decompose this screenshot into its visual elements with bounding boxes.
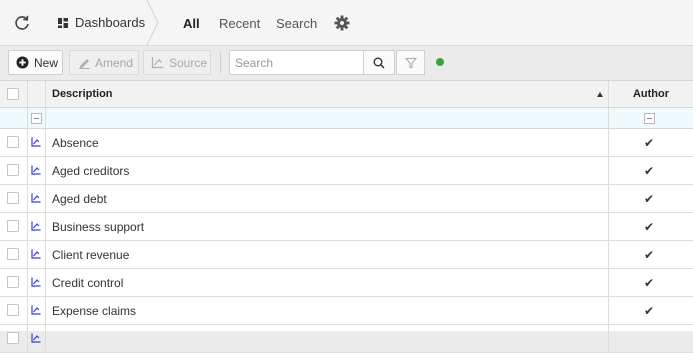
breadcrumb-label: Dashboards	[75, 15, 146, 30]
table-row[interactable]: Aged debt ✔	[0, 185, 693, 213]
edit-chart-icon[interactable]	[31, 276, 41, 287]
new-button[interactable]: New	[8, 50, 63, 75]
add-icon	[16, 56, 29, 69]
row-checkbox[interactable]	[7, 248, 19, 260]
search-input[interactable]	[230, 51, 363, 74]
row-description: Aged debt	[52, 192, 107, 206]
column-header-description[interactable]: Description	[52, 88, 113, 100]
row-checkbox[interactable]	[7, 304, 19, 316]
filter-icon	[404, 57, 418, 69]
row-description: Expense claims	[52, 304, 137, 318]
row-checkbox[interactable]	[7, 192, 19, 204]
status-indicator	[436, 58, 444, 66]
author-check-icon: ✔	[644, 192, 655, 206]
author-check-icon: ✔	[644, 220, 655, 234]
row-checkbox[interactable]	[7, 220, 19, 232]
column-header-author[interactable]: Author	[610, 88, 692, 100]
author-check-icon: ✔	[644, 164, 655, 178]
amend-button[interactable]: Amend	[69, 50, 139, 75]
sort-ascending-icon	[597, 92, 603, 97]
select-all-checkbox[interactable]	[7, 88, 19, 100]
pencil-icon	[78, 56, 91, 69]
tab-search[interactable]: Search	[276, 16, 317, 31]
table-row[interactable]: Expense claims ✔	[0, 297, 693, 325]
filter-button[interactable]	[396, 50, 425, 75]
search-button[interactable]	[364, 50, 395, 75]
table-row[interactable]: Business support ✔	[0, 213, 693, 241]
toolbar-divider	[220, 53, 221, 73]
source-button-label: Source	[169, 56, 208, 70]
row-description: Client revenue	[52, 248, 130, 262]
edit-chart-icon[interactable]	[31, 332, 41, 343]
row-description: Business support	[52, 220, 145, 234]
author-filter-toggle-icon[interactable]	[644, 113, 655, 124]
filter-toggle-icon[interactable]	[31, 113, 42, 124]
row-description: Credit control	[52, 276, 124, 290]
edit-chart-icon[interactable]	[31, 248, 41, 259]
edit-chart-icon[interactable]	[31, 304, 41, 315]
amend-button-label: Amend	[95, 56, 134, 70]
tab-recent[interactable]: Recent	[219, 16, 260, 31]
row-description: Aged creditors	[52, 164, 130, 178]
author-check-icon: ✔	[644, 136, 655, 150]
tab-all[interactable]: All	[183, 16, 200, 31]
author-check-icon: ✔	[644, 248, 655, 262]
refresh-icon[interactable]	[12, 13, 32, 33]
table-row[interactable]: Absence ✔	[0, 129, 693, 157]
gear-icon[interactable]	[333, 14, 351, 32]
search-icon	[373, 57, 385, 69]
new-button-label: New	[34, 56, 59, 70]
table-row[interactable]: Aged creditors ✔	[0, 157, 693, 185]
filter-row	[0, 108, 693, 129]
table-row[interactable]	[0, 325, 693, 353]
author-check-icon: ✔	[644, 304, 655, 318]
top-nav-bar: Dashboards All Recent Search	[0, 0, 693, 46]
edit-chart-icon[interactable]	[31, 192, 41, 203]
toolbar: New Amend Source	[0, 46, 693, 80]
edit-chart-icon[interactable]	[31, 136, 41, 147]
table-row[interactable]: Credit control ✔	[0, 269, 693, 297]
edit-chart-icon[interactable]	[31, 220, 41, 231]
row-checkbox[interactable]	[7, 276, 19, 288]
row-description: Absence	[52, 136, 99, 150]
row-checkbox[interactable]	[7, 164, 19, 176]
search-box	[229, 50, 364, 75]
chart-edit-icon	[151, 56, 164, 69]
table-row[interactable]: Client revenue ✔	[0, 241, 693, 269]
dashboards-grid: Description Author Absence ✔ Aged creditor…	[0, 80, 693, 353]
row-checkbox[interactable]	[7, 332, 19, 344]
grid-header: Description Author	[0, 81, 693, 108]
dashboard-icon	[58, 17, 68, 28]
edit-chart-icon[interactable]	[31, 164, 41, 175]
breadcrumb-dashboards[interactable]: Dashboards	[46, 0, 159, 45]
row-checkbox[interactable]	[7, 136, 19, 148]
author-check-icon: ✔	[644, 276, 655, 290]
breadcrumb-separator	[146, 0, 159, 45]
source-button[interactable]: Source	[143, 50, 211, 75]
